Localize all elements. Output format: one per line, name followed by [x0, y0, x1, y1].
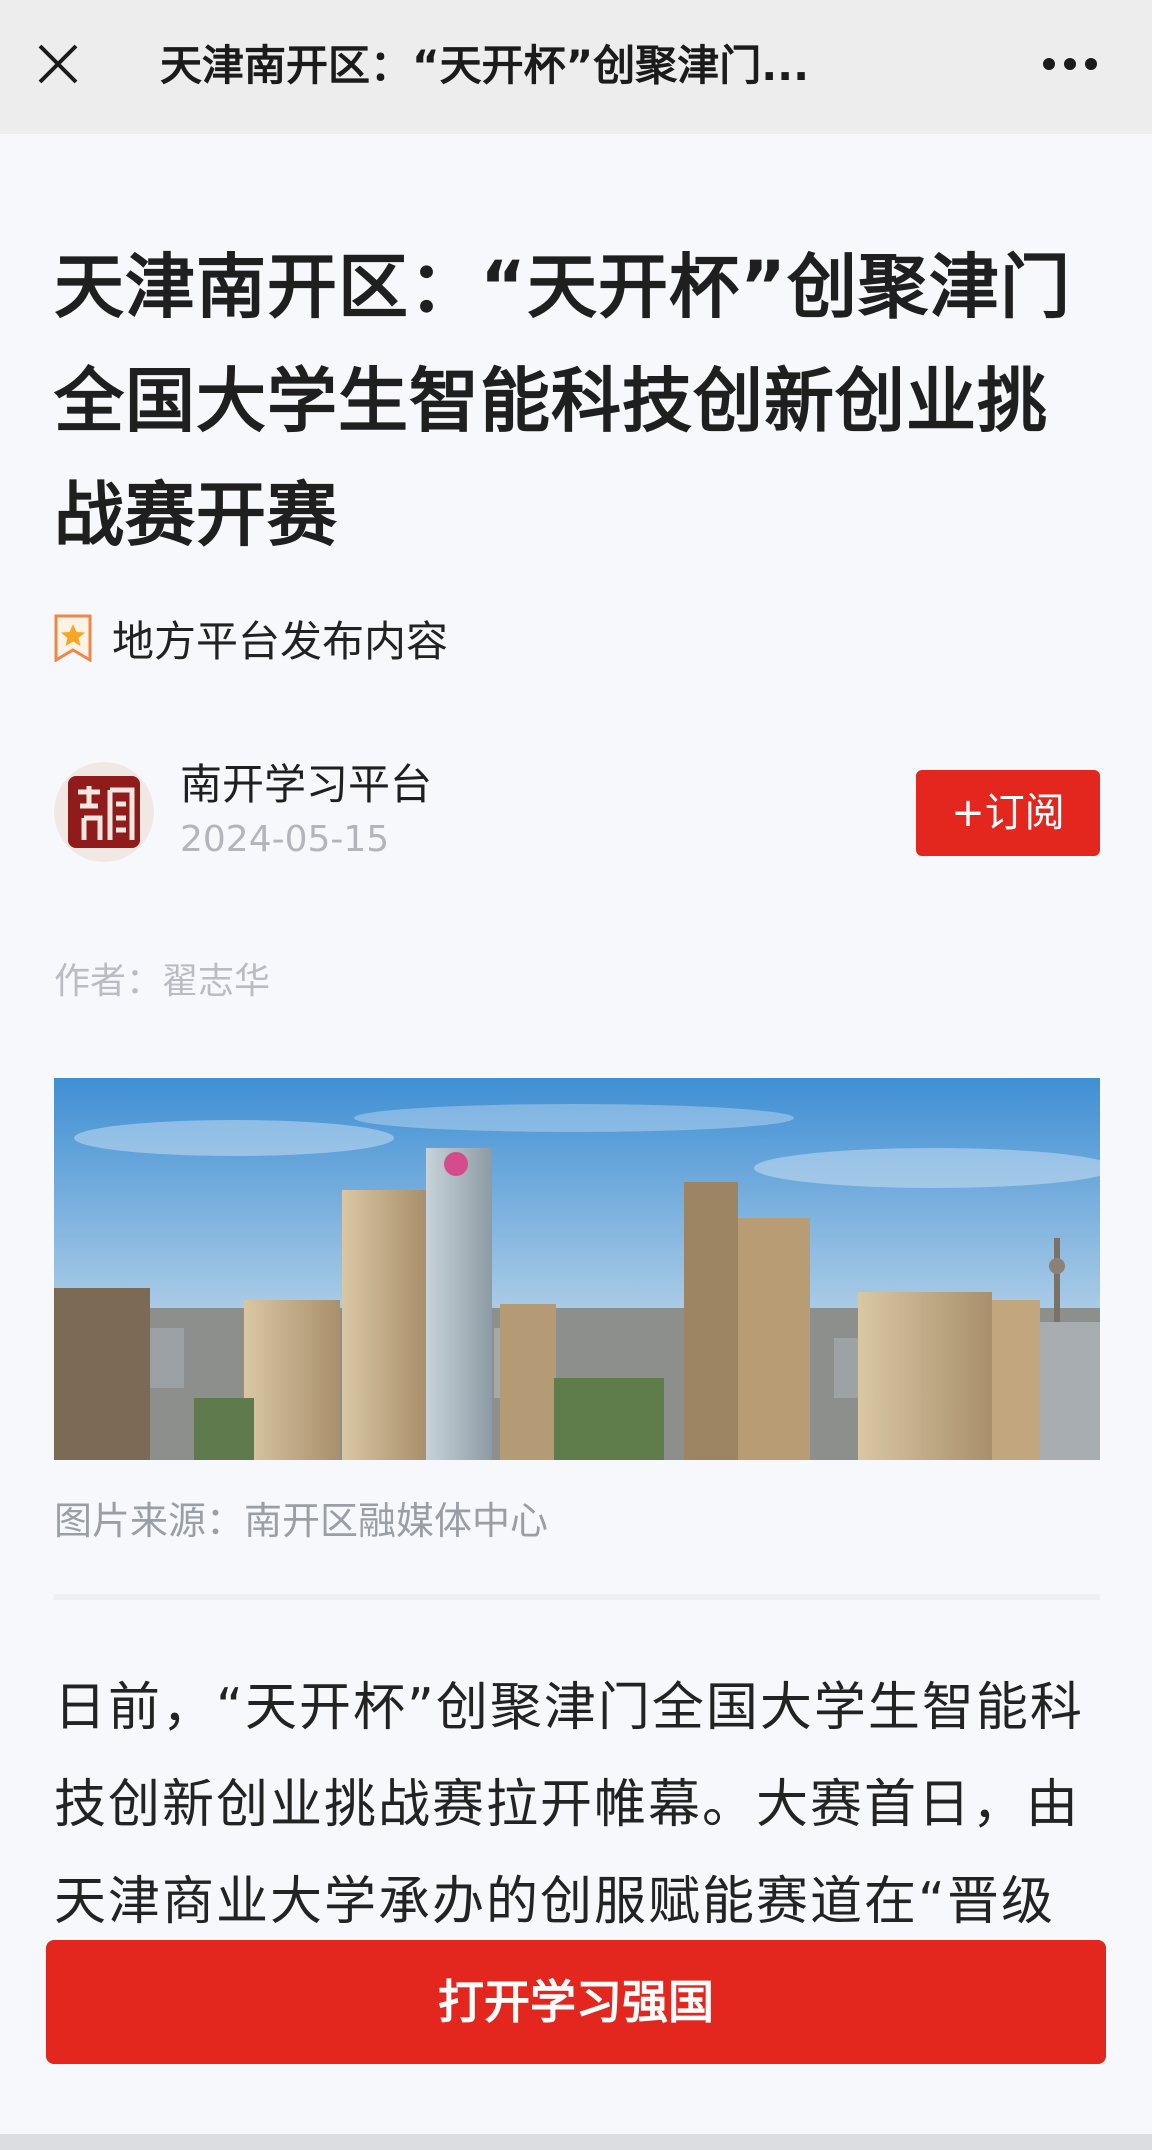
subscribe-button[interactable]: +订阅: [916, 770, 1100, 856]
hero-image[interactable]: [54, 1078, 1100, 1460]
top-nav-bar: 天津南开区：“天开杯”创聚津门...: [0, 0, 1152, 134]
bottom-strip: [0, 2134, 1152, 2150]
article-title: 天津南开区：“天开杯”创聚津门全国大学生智能科技创新创业挑战赛开赛: [54, 246, 1072, 556]
avatar[interactable]: [54, 762, 154, 862]
publish-date: 2024-05-15: [180, 819, 390, 860]
source-tag: 地方平台发布内容: [54, 610, 448, 666]
divider: [54, 1594, 1100, 1600]
publisher-name[interactable]: 南开学习平台: [180, 758, 432, 812]
image-caption: 图片来源：南开区融媒体中心: [54, 1499, 549, 1543]
publisher-row: 南开学习平台 2024-05-15 +订阅: [54, 758, 1100, 868]
bookmark-star-icon: [54, 614, 92, 662]
nav-title: 天津南开区：“天开杯”创聚津门...: [160, 41, 810, 90]
open-app-button[interactable]: 打开学习强国: [46, 1940, 1106, 2064]
author-line: 作者：翟志华: [54, 961, 271, 1002]
more-icon[interactable]: [1040, 36, 1100, 92]
source-tag-label: 地方平台发布内容: [112, 616, 449, 666]
close-icon[interactable]: [30, 36, 86, 92]
